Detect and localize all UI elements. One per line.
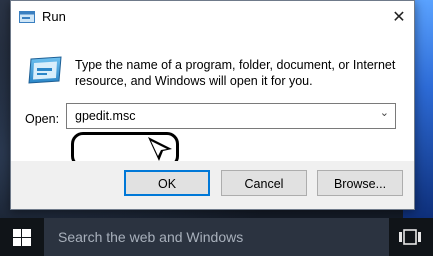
window-title: Run [42, 9, 66, 24]
start-button[interactable] [0, 218, 44, 256]
browse-button[interactable]: Browse... [317, 170, 403, 196]
dialog-footer: OK Cancel Browse... [11, 161, 414, 209]
open-label: Open: [25, 112, 60, 126]
taskbar-search-box[interactable]: Search the web and Windows [44, 218, 389, 256]
run-dialog: Run ✕ Type the name of a program, folder… [10, 0, 415, 210]
run-title-icon [19, 10, 35, 24]
ok-button[interactable]: OK [124, 170, 210, 196]
title-bar[interactable]: Run ✕ [11, 1, 414, 35]
dialog-description: Type the name of a program, folder, docu… [75, 58, 396, 88]
chevron-down-icon[interactable]: ⌄ [380, 106, 389, 119]
windows-logo-icon [13, 229, 31, 246]
taskbar: Search the web and Windows [0, 218, 433, 256]
run-app-icon [28, 55, 62, 85]
close-icon[interactable]: ✕ [384, 1, 414, 35]
pointer-arrow-icon [146, 135, 180, 165]
search-placeholder: Search the web and Windows [58, 229, 244, 245]
cancel-button[interactable]: Cancel [221, 170, 307, 196]
open-input[interactable] [75, 107, 365, 125]
dialog-body: Type the name of a program, folder, docu… [11, 35, 414, 168]
task-view-icon[interactable] [398, 228, 422, 246]
open-combobox[interactable]: ⌄ [66, 103, 396, 129]
